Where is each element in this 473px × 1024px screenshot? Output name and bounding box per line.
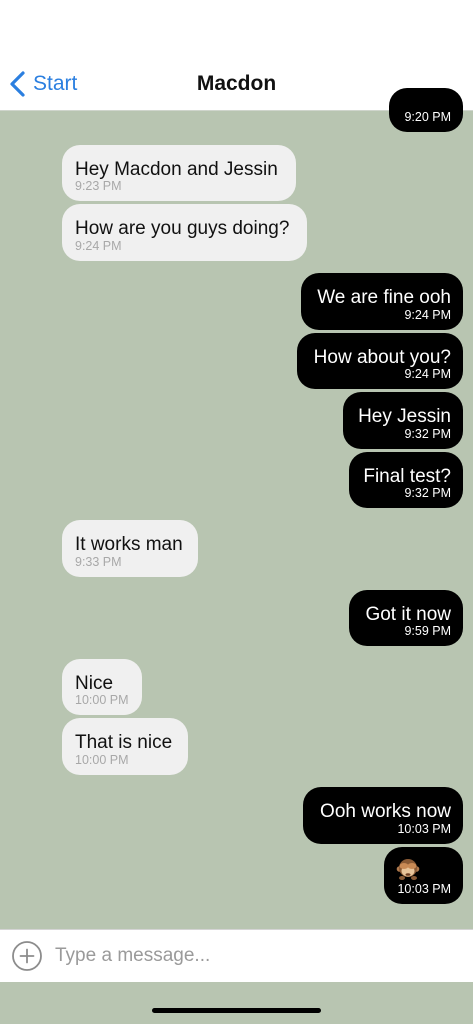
message-input[interactable]: [55, 938, 455, 974]
message-time: 9:32 PM: [404, 427, 451, 441]
message-composer: [0, 929, 473, 982]
message-text: Hey Jessin: [358, 406, 451, 427]
see-no-evil-monkey-emoji: [396, 859, 420, 880]
home-indicator[interactable]: [152, 1008, 321, 1013]
message-text: Ooh works now: [320, 801, 451, 822]
message-text: We are fine ooh: [317, 287, 451, 308]
message-bubble-incoming[interactable]: It works man 9:33 PM: [62, 520, 198, 577]
message-text: That is nice: [75, 732, 173, 753]
add-circle-icon[interactable]: [11, 940, 43, 972]
message-time: 10:00 PM: [75, 753, 129, 767]
message-time: 9:24 PM: [404, 308, 451, 322]
message-bubble-outgoing[interactable]: We are fine ooh 9:24 PM: [301, 273, 463, 330]
message-text: Hey Macdon and Jessin: [75, 159, 278, 180]
message-time: 10:03 PM: [397, 822, 451, 836]
message-time: 10:03 PM: [397, 882, 451, 896]
message-time: 10:00 PM: [75, 693, 129, 707]
message-text: It works man: [75, 534, 183, 555]
message-text: Got it now: [365, 604, 451, 625]
message-bubble-outgoing[interactable]: 9:20 PM: [389, 88, 463, 132]
message-bubble-outgoing[interactable]: Hey Jessin 9:32 PM: [343, 392, 463, 449]
message-bubble-outgoing[interactable]: Final test? 9:32 PM: [349, 452, 463, 508]
message-bubble-incoming[interactable]: How are you guys doing? 9:24 PM: [62, 204, 307, 261]
message-bubble-incoming[interactable]: Hey Macdon and Jessin 9:23 PM: [62, 145, 296, 201]
message-bubble-outgoing[interactable]: Ooh works now 10:03 PM: [303, 787, 463, 844]
message-text: How are you guys doing?: [75, 218, 290, 239]
message-time: 9:23 PM: [75, 179, 122, 193]
message-bubble-outgoing[interactable]: Got it now 9:59 PM: [349, 590, 463, 646]
chat-screen: Start Macdon 9:20 PM Hey Macdon and Jess…: [0, 0, 473, 1024]
message-time: 9:33 PM: [75, 555, 122, 569]
message-bubble-outgoing[interactable]: 10:03 PM: [384, 847, 463, 904]
message-text: Nice: [75, 673, 114, 694]
message-text: Final test?: [363, 466, 451, 487]
message-bubble-incoming[interactable]: Nice 10:00 PM: [62, 659, 142, 715]
message-bubble-outgoing[interactable]: How about you? 9:24 PM: [297, 333, 463, 389]
message-time: 9:32 PM: [404, 486, 451, 500]
message-text: How about you?: [313, 347, 451, 368]
message-time: 9:20 PM: [404, 110, 451, 124]
message-time: 9:24 PM: [404, 367, 451, 381]
message-time: 9:59 PM: [404, 624, 451, 638]
message-time: 9:24 PM: [75, 239, 122, 253]
message-bubble-incoming[interactable]: That is nice 10:00 PM: [62, 718, 188, 775]
